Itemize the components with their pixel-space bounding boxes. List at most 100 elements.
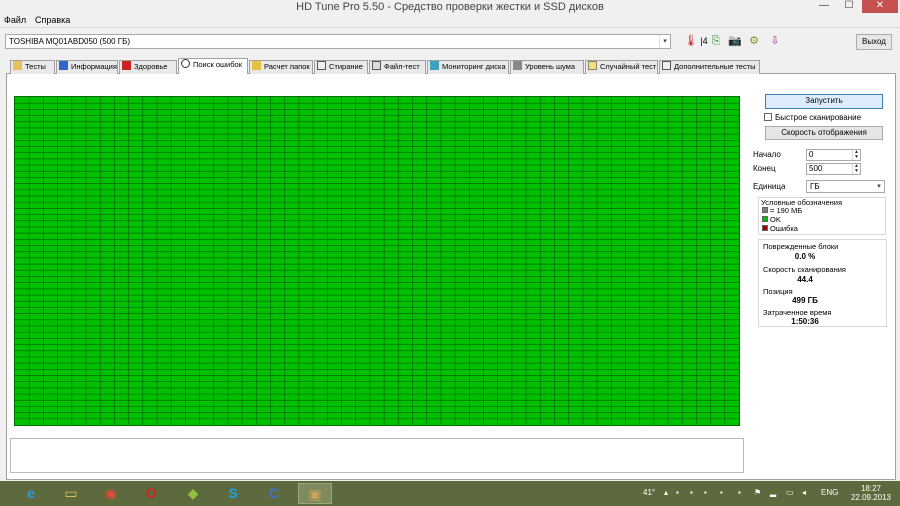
tab-benchmark[interactable]: Тесты: [10, 60, 55, 74]
end-field-label: Конец: [753, 164, 776, 173]
tray-app-icon[interactable]: ▪: [704, 487, 707, 499]
end-spinbox[interactable]: 500 ▲ ▼: [806, 163, 861, 175]
file-icon: [372, 61, 381, 70]
erase-icon: [317, 61, 326, 70]
drive-select-value: TOSHIBA MQ01ABD050 (500 ГБ): [9, 37, 131, 46]
taskbar-app[interactable]: e: [14, 483, 48, 504]
show-hidden-icons-icon[interactable]: ▴: [664, 487, 668, 499]
close-button[interactable]: ✕: [862, 0, 898, 13]
tray-app-icon[interactable]: ▪: [738, 487, 741, 499]
opera-icon: O: [145, 485, 157, 501]
volume-icon[interactable]: ◂: [802, 487, 806, 499]
network-icon[interactable]: ▂: [770, 487, 776, 499]
game-app-icon: ◆: [187, 485, 199, 501]
taskbar-app[interactable]: ◆: [176, 483, 210, 504]
tab-label: Уровень шума: [525, 62, 575, 71]
input-language[interactable]: ENG: [821, 487, 838, 499]
legend-label: OK: [770, 215, 781, 224]
menu-file[interactable]: Файл: [4, 15, 26, 26]
tab-label: Дополнительные тесты: [674, 62, 756, 71]
taskbar-app[interactable]: C: [257, 483, 291, 504]
tab-folder-usage[interactable]: Расчет папок: [249, 60, 313, 74]
display-speed-button[interactable]: Скорость отображения: [765, 126, 883, 140]
minimize-button[interactable]: —: [813, 0, 835, 13]
download-icon[interactable]: ⇩: [767, 33, 783, 49]
position-label: Позиция: [763, 287, 793, 296]
drive-select[interactable]: TOSHIBA MQ01ABD050 (500 ГБ) ▾: [5, 34, 671, 49]
folder-icon: [252, 61, 261, 70]
tab-disk-monitor[interactable]: Мониторинг диска: [427, 60, 509, 74]
tab-label: Случайный тест: [600, 62, 657, 71]
battery-icon[interactable]: ▭: [786, 487, 794, 499]
monitor-icon: [430, 61, 439, 70]
start-spinbox[interactable]: 0 ▲ ▼: [806, 149, 861, 161]
end-value: 500: [809, 164, 823, 173]
position-value: 499 ГБ: [792, 296, 818, 305]
taskbar-app-active[interactable]: ▣: [298, 483, 332, 504]
ccleaner-icon: C: [268, 485, 280, 501]
tab-label: Здоровье: [134, 62, 168, 71]
tab-file-benchmark[interactable]: Файл-тест: [369, 60, 426, 74]
unit-select[interactable]: ГБ ▾: [806, 180, 885, 193]
tab-label: Информация: [71, 62, 117, 71]
clock[interactable]: 18:27 22.09.2013: [846, 484, 896, 502]
copy-icon[interactable]: ⎘: [708, 33, 724, 49]
tab-label: Расчет папок: [264, 62, 310, 71]
chevron-down-icon[interactable]: ▾: [874, 181, 884, 192]
tab-aam[interactable]: Уровень шума: [510, 60, 584, 74]
start-button[interactable]: Запустить: [765, 94, 883, 109]
camera-icon[interactable]: 📷: [727, 33, 743, 49]
tray-app-icon[interactable]: ▪: [690, 487, 693, 499]
extra-tests-icon: [662, 61, 671, 70]
block-map: [14, 96, 740, 426]
tab-erase[interactable]: Стирание: [314, 60, 368, 74]
taskbar-app[interactable]: ◉: [94, 483, 128, 504]
tab-info[interactable]: Информация: [56, 60, 118, 74]
legend: Условные обозначения = 190 МБ OK Ошибка: [758, 197, 886, 235]
tray-app-icon[interactable]: ▪: [676, 487, 679, 499]
tab-extra-tests[interactable]: Дополнительные тесты: [659, 60, 760, 74]
internet-explorer-icon: e: [27, 485, 35, 501]
tab-error-scan[interactable]: Поиск ошибок: [178, 58, 248, 74]
toolbar: TOSHIBA MQ01ABD050 (500 ГБ) ▾ 🌡 |4 ⎘ 📷 ⚙…: [0, 27, 900, 56]
maximize-button[interactable]: ☐: [838, 0, 860, 13]
scan-speed-label: Скорость сканирования: [763, 265, 846, 274]
spin-arrows-icon[interactable]: ▲ ▼: [852, 150, 860, 160]
tab-health[interactable]: Здоровье: [119, 60, 177, 74]
weather-temp: 41°: [643, 488, 656, 497]
taskbar-app[interactable]: S: [216, 483, 250, 504]
quick-scan-label: Быстрое сканирование: [775, 113, 862, 122]
quick-scan-checkbox[interactable]: Быстрое сканирование: [764, 113, 861, 123]
title-bar: HD Tune Pro 5.50 - Средство проверки жес…: [0, 0, 900, 14]
random-icon: [588, 61, 597, 70]
action-center-icon[interactable]: ⚑: [754, 487, 761, 499]
taskbar-app[interactable]: ▭: [54, 483, 88, 504]
chevron-down-icon[interactable]: ▾: [659, 35, 670, 48]
damaged-blocks-label: Поврежденные блоки: [763, 242, 839, 251]
start-value: 0: [809, 150, 814, 159]
block-size-swatch: [762, 207, 768, 213]
options-icon[interactable]: ⚙: [746, 33, 762, 49]
taskbar-app[interactable]: O: [134, 483, 168, 504]
speaker-icon: [513, 61, 522, 70]
tab-label: Мониторинг диска: [442, 62, 506, 71]
tab-label: Стирание: [329, 62, 363, 71]
scan-speed-value: 44.4: [797, 275, 813, 284]
tab-random-access[interactable]: Случайный тест: [585, 60, 658, 74]
benchmark-icon: [13, 61, 22, 70]
scan-stats: Поврежденные блоки 0.0 % Скорость сканир…: [758, 239, 887, 327]
legend-label: = 190 МБ: [770, 206, 803, 215]
log-box: [10, 438, 744, 473]
clock-time: 18:27: [860, 484, 882, 493]
unit-label: Единица: [753, 182, 786, 191]
health-icon: [122, 61, 131, 70]
checkbox-box[interactable]: [764, 113, 772, 121]
menu-help[interactable]: Справка: [35, 15, 70, 26]
damaged-blocks-value: 0.0 %: [794, 252, 816, 261]
start-field-label: Начало: [753, 150, 781, 159]
legend-item-error: Ошибка: [762, 224, 798, 233]
exit-button[interactable]: Выход: [856, 34, 892, 50]
tab-label: Файл-тест: [384, 62, 420, 71]
spin-arrows-icon[interactable]: ▲ ▼: [852, 164, 860, 174]
tray-app-icon[interactable]: ▪: [720, 487, 723, 499]
